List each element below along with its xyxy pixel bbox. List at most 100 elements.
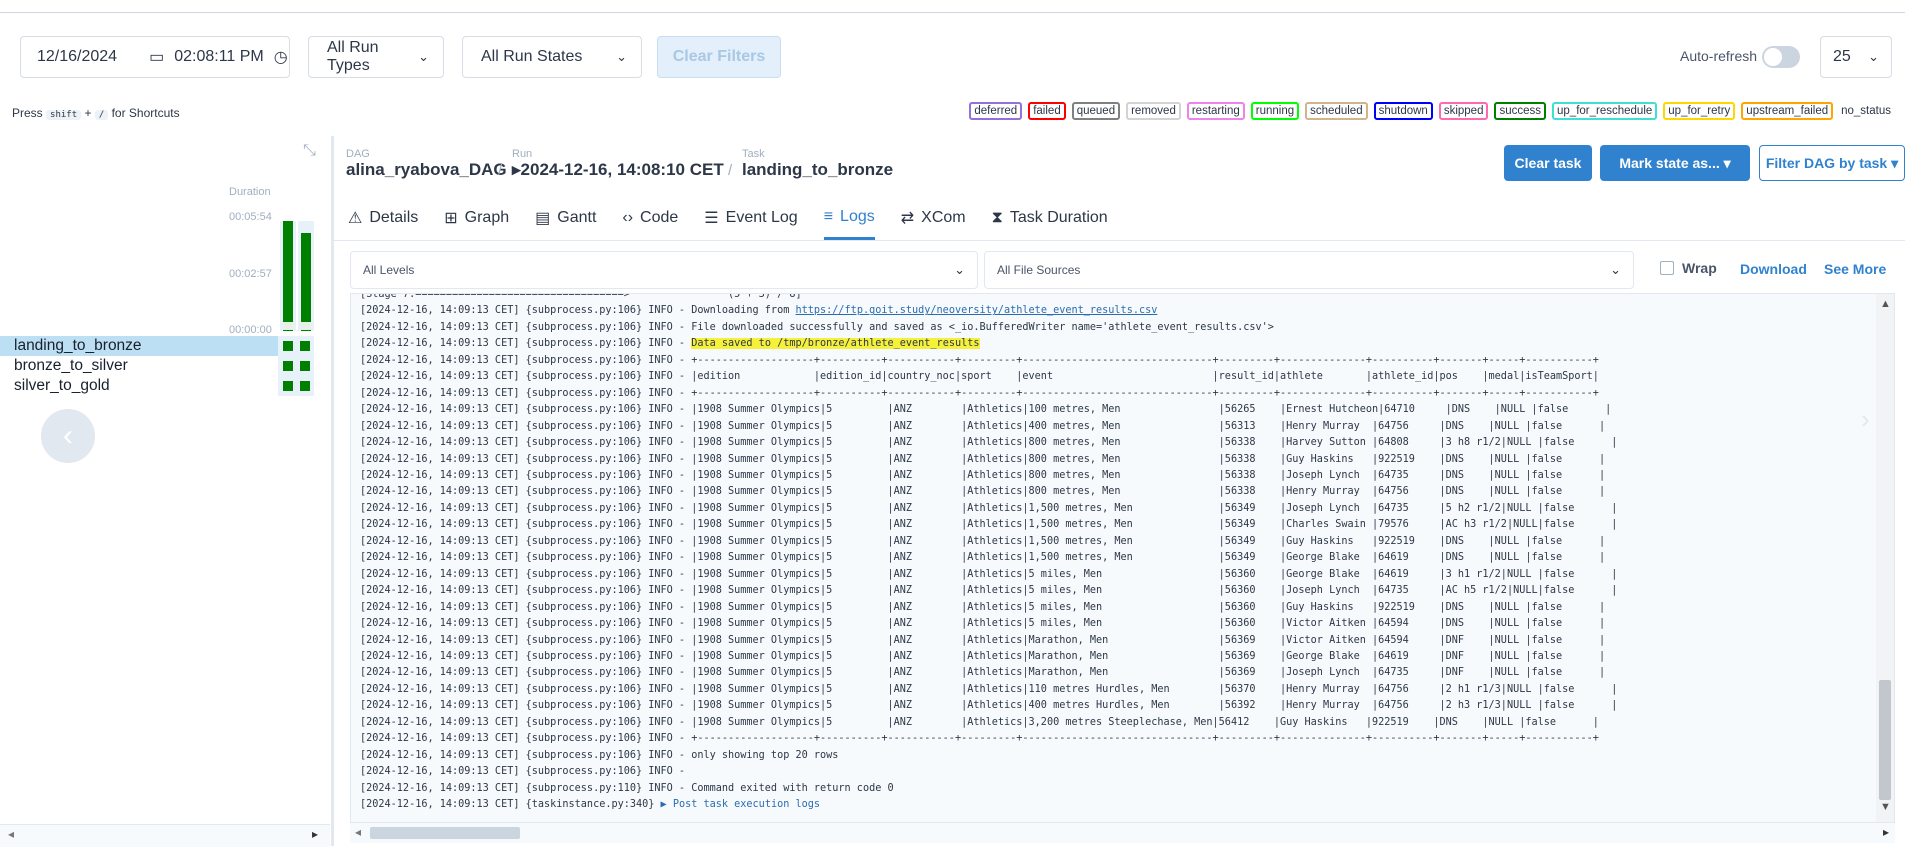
execution-date-input[interactable]: 12/16/2024 ▭ 02:08:11 PM ◷	[20, 36, 290, 78]
next-arrow-icon[interactable]: ›	[1861, 404, 1870, 435]
log-line: [2024-12-16, 14:09:13 CET] {subprocess.p…	[360, 552, 1606, 564]
log-level-value: All Levels	[363, 263, 415, 277]
task-status-square[interactable]	[283, 381, 293, 391]
log-line: [2024-12-16, 14:09:13 CET] {subprocess.p…	[360, 634, 1606, 646]
rows-select[interactable]: 25 ⌄	[1820, 36, 1892, 78]
tab-logs[interactable]: ≡ Logs	[823, 196, 875, 240]
breadcrumb-dag[interactable]: alina_ryabova_DAG	[346, 160, 507, 180]
rows-value: 25	[1833, 48, 1851, 65]
log-line: [2024-12-16, 14:09:13 CET] {subprocess.p…	[360, 585, 1618, 597]
auto-refresh-toggle[interactable]	[1762, 46, 1800, 68]
log-line: [2024-12-16, 14:09:13 CET] {subprocess.p…	[360, 535, 1606, 547]
clear-task-button[interactable]: Clear task	[1504, 145, 1592, 181]
log-line: [2024-12-16, 14:09:13 CET] {subprocess.p…	[360, 453, 1606, 465]
log-line: [2024-12-16, 14:09:13 CET] {subprocess.p…	[360, 749, 839, 761]
state-restarting: restarting	[1186, 102, 1245, 120]
log-line: [2024-12-16, 14:09:13 CET] {subprocess.p…	[360, 650, 1606, 662]
scroll-up-icon[interactable]: ▲	[1880, 298, 1891, 310]
breadcrumb-separator: /	[728, 162, 733, 179]
event-log-icon: ☰	[704, 210, 719, 227]
top-border	[0, 0, 1905, 13]
log-horizontal-scrollbar[interactable]: ◂ ▸	[350, 822, 1895, 843]
run-states-value: All Run States	[481, 48, 583, 65]
scroll-down-icon[interactable]: ▼	[1880, 801, 1891, 813]
run-states-select[interactable]: All Run States ⌄	[462, 36, 642, 78]
scroll-left-icon[interactable]: ◂	[355, 825, 361, 839]
breadcrumb-task[interactable]: landing_to_bronze	[742, 160, 893, 180]
log-line: [2024-12-16, 14:09:13 CET] {subprocess.p…	[360, 782, 894, 794]
wrap-checkbox[interactable]: Wrap	[1660, 260, 1717, 276]
grid-horizontal-scrollbar[interactable]: ◂ ▸	[0, 824, 330, 847]
task-status-square[interactable]	[300, 361, 310, 371]
state-legend: deferred failed queued removed restarting run…	[969, 102, 1893, 120]
filter-dag-button[interactable]: Filter DAG by task ▾	[1759, 145, 1905, 181]
logs-icon: ≡	[823, 207, 834, 225]
shortcut-hint: Press shift + / for Shortcuts	[12, 106, 180, 120]
scroll-right-icon[interactable]: ▸	[1883, 825, 1889, 839]
tab-label: Task Duration	[1009, 209, 1108, 226]
log-line: [2024-12-16, 14:09:13 CET] {subprocess.p…	[360, 305, 1158, 317]
see-more-link[interactable]: See More	[1824, 261, 1886, 277]
task-row-bronze-to-silver[interactable]: bronze_to_silver	[0, 356, 312, 376]
state-skipped: skipped	[1438, 102, 1489, 120]
wrap-label: Wrap	[1682, 260, 1717, 276]
file-source-value: All File Sources	[997, 263, 1081, 277]
tab-task-duration[interactable]: ⧗ Task Duration	[992, 196, 1108, 240]
scroll-right-icon[interactable]: ▸	[312, 827, 318, 841]
task-status-square[interactable]	[300, 381, 310, 391]
clear-filters-button[interactable]: Clear Filters	[657, 36, 781, 78]
log-line: [2024-12-16, 14:09:13 CET] {taskinstance…	[360, 799, 821, 811]
tab-label: XCom	[921, 209, 966, 226]
tab-gantt[interactable]: ▤ Gantt	[535, 196, 596, 240]
task-status-square[interactable]	[283, 341, 293, 351]
state-running: running	[1250, 102, 1300, 120]
run-duration-bar[interactable]	[298, 221, 314, 331]
scroll-thumb[interactable]	[1879, 680, 1891, 800]
state-deferred: deferred	[969, 102, 1023, 120]
tab-graph[interactable]: ⊞ Graph	[444, 196, 509, 240]
log-line: [2024-12-16, 14:09:13 CET] {subprocess.p…	[360, 502, 1618, 514]
log-line: [2024-12-16, 14:09:13 CET] {subprocess.p…	[360, 618, 1606, 630]
tab-label: Details	[369, 209, 419, 226]
task-status-square[interactable]	[283, 361, 293, 371]
run-types-select[interactable]: All Run Types ⌄	[308, 36, 444, 78]
log-level-select[interactable]: All Levels ⌄	[350, 251, 978, 289]
breadcrumb-separator: /	[498, 162, 503, 179]
state-queued: queued	[1071, 102, 1121, 120]
task-status-square[interactable]	[300, 341, 310, 351]
code-icon: ‹›	[622, 209, 634, 226]
collapse-icon[interactable]: ⤡	[303, 142, 321, 160]
download-link[interactable]: Download	[1740, 261, 1807, 277]
log-viewer[interactable]: [Stage 7:===============================…	[350, 293, 1895, 838]
chevron-down-icon: ⌄	[954, 262, 965, 277]
scroll-thumb[interactable]	[370, 827, 520, 839]
log-line: [2024-12-16, 14:09:13 CET] {subprocess.p…	[360, 683, 1618, 695]
log-vertical-scrollbar[interactable]: ▲ ▼	[1876, 294, 1894, 837]
chevron-down-icon: ⌄	[1868, 49, 1879, 64]
task-row-landing-to-bronze[interactable]: landing_to_bronze	[0, 336, 312, 356]
log-line: [2024-12-16, 14:09:13 CET] {subprocess.p…	[360, 338, 980, 350]
tab-code[interactable]: ‹› Code	[622, 196, 678, 240]
tab-event-log[interactable]: ☰ Event Log	[704, 196, 797, 240]
previous-arrow-button[interactable]: ‹	[41, 409, 95, 463]
tab-xcom[interactable]: ⇄ XCom	[901, 196, 966, 240]
scroll-left-icon[interactable]: ◂	[8, 827, 14, 841]
log-content: [Stage 7:===============================…	[360, 294, 1618, 814]
clock-icon: ◷	[273, 49, 288, 66]
run-duration-bar[interactable]	[280, 221, 296, 331]
task-row-silver-to-gold[interactable]: silver_to_gold	[0, 376, 312, 396]
state-success: success	[1494, 102, 1547, 120]
mark-state-button[interactable]: Mark state as... ▾	[1600, 145, 1750, 181]
shift-key: shift	[46, 110, 82, 120]
filter-bar: 12/16/2024 ▭ 02:08:11 PM ◷ All Run Types…	[0, 22, 1905, 92]
state-removed: removed	[1126, 102, 1181, 120]
tabs-divider	[334, 240, 1905, 241]
details-icon: ⚠	[348, 210, 363, 227]
log-line: [2024-12-16, 14:09:13 CET] {subprocess.p…	[360, 733, 1599, 745]
log-line: [2024-12-16, 14:09:13 CET] {subprocess.p…	[360, 321, 1274, 333]
duration-tick: 00:00:00	[229, 324, 272, 336]
slash-key: /	[94, 110, 109, 120]
breadcrumb-run[interactable]: ▸2024-12-16, 14:08:10 CET	[512, 160, 724, 180]
tab-details[interactable]: ⚠ Details	[348, 196, 418, 240]
file-source-select[interactable]: All File Sources ⌄	[984, 251, 1634, 289]
